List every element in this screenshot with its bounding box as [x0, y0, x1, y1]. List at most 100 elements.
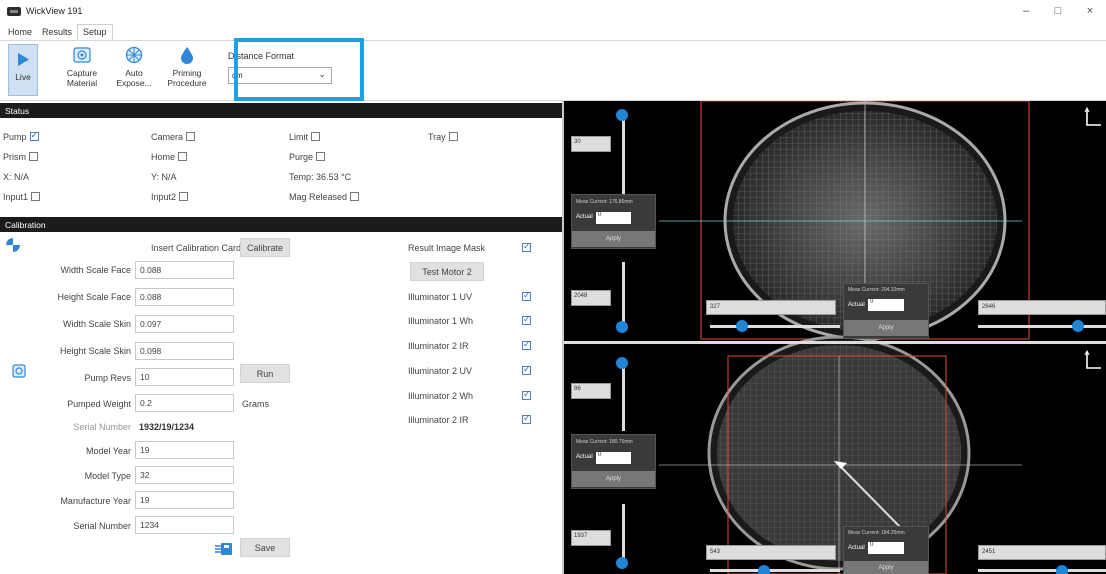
- height-scale-skin-input[interactable]: 0.098: [135, 342, 234, 360]
- tab-home[interactable]: Home: [3, 25, 37, 40]
- top-left-meas-current: Meas Current: 176.86mm: [576, 199, 633, 205]
- bottom-left-actual-label: Actual: [576, 454, 593, 460]
- illuminator-2-ir-checkbox[interactable]: [522, 339, 531, 350]
- priming-procedure-button[interactable]: Priming Procedure: [164, 45, 210, 88]
- top-h-slider-right-track[interactable]: [978, 325, 1106, 328]
- illuminator-2-wh-checkbox[interactable]: [522, 389, 531, 400]
- home-label: Home: [151, 152, 176, 162]
- water-drop-icon: [176, 45, 198, 65]
- bottom-h-slider-right-thumb[interactable]: [1056, 565, 1068, 574]
- maximize-button[interactable]: □: [1042, 0, 1074, 22]
- illuminator-1-wh-label: Illuminator 1 Wh: [408, 316, 474, 326]
- tab-setup[interactable]: Setup: [77, 24, 113, 40]
- bottom-h-slider-right-value[interactable]: 2451: [978, 545, 1106, 560]
- model-year-label: Model Year: [85, 446, 131, 456]
- pump-checkbox[interactable]: [29, 130, 39, 141]
- close-button[interactable]: ×: [1074, 0, 1106, 22]
- top-h-slider-left-track[interactable]: [710, 325, 840, 328]
- home-checkbox[interactable]: [178, 152, 188, 161]
- ribbon: Live Capture Material Auto Expose... Pri…: [0, 40, 1106, 101]
- run-button[interactable]: Run: [240, 364, 290, 383]
- top-left-apply-button[interactable]: Apply: [572, 231, 655, 247]
- illuminator-2-wh-label: Illuminator 2 Wh: [408, 391, 474, 401]
- result-image-mask-checkbox[interactable]: [522, 241, 531, 252]
- top-v-slider-upper-value[interactable]: 30: [571, 136, 611, 152]
- top-v-slider-lower-track[interactable]: [622, 262, 625, 326]
- prism-checkbox[interactable]: [29, 152, 38, 161]
- top-v-slider-upper-thumb[interactable]: [616, 109, 628, 121]
- bottom-v-slider-upper-value[interactable]: 86: [571, 383, 611, 399]
- top-center-actual-input[interactable]: 0: [868, 299, 904, 311]
- capture-material-button[interactable]: Capture Material: [64, 45, 100, 88]
- mag-released-checkbox[interactable]: [350, 192, 360, 201]
- pump-label: Pump: [3, 132, 27, 142]
- illuminator-2-uv-label: Illuminator 2 UV: [408, 366, 473, 376]
- camera-split-divider: [564, 341, 1106, 344]
- mag-released-status: Mag Released: [289, 192, 360, 202]
- bottom-v-slider-lower-thumb[interactable]: [616, 557, 628, 569]
- bottom-h-slider-right-track[interactable]: [978, 569, 1106, 572]
- model-type-label: Model Type: [84, 471, 131, 481]
- width-scale-face-input[interactable]: 0.088: [135, 261, 234, 279]
- width-scale-skin-input[interactable]: 0.097: [135, 315, 234, 333]
- illuminator-1-uv-checkbox[interactable]: [522, 290, 531, 301]
- top-v-slider-lower-value[interactable]: 2048: [571, 290, 611, 306]
- target-icon: [5, 237, 21, 253]
- bottom-v-slider-lower-value[interactable]: 1937: [571, 530, 611, 546]
- top-left-measure-panel: Meas Current: 176.86mm Actual 0 Apply: [571, 194, 656, 249]
- limit-status: Limit: [289, 132, 321, 142]
- top-h-slider-right-value[interactable]: 2646: [978, 300, 1106, 315]
- y-position: Y: N/A: [151, 172, 177, 182]
- bottom-h-slider-left-track[interactable]: [710, 569, 840, 572]
- bottom-v-slider-upper-track[interactable]: [622, 361, 625, 431]
- illuminator-1-wh-checkbox[interactable]: [522, 314, 531, 325]
- input2-checkbox[interactable]: [179, 192, 189, 201]
- purge-checkbox[interactable]: [316, 152, 326, 161]
- auto-expose-button[interactable]: Auto Expose...: [116, 45, 152, 88]
- pump-revs-input[interactable]: 10: [135, 368, 234, 386]
- bottom-left-apply-button[interactable]: Apply: [572, 471, 655, 487]
- live-button[interactable]: Live: [8, 44, 38, 96]
- input1-label: Input1: [3, 192, 29, 202]
- status-header: Status: [0, 103, 562, 118]
- bottom-h-slider-left-value[interactable]: 543: [706, 545, 836, 560]
- minimize-button[interactable]: –: [1010, 0, 1042, 22]
- model-type-input[interactable]: 32: [135, 466, 234, 484]
- top-center-measure-panel: Meas Current: 204.32mm Actual 0 Apply: [843, 283, 929, 339]
- calibrate-button[interactable]: Calibrate: [240, 238, 290, 257]
- top-h-slider-right-thumb[interactable]: [1072, 320, 1084, 332]
- top-v-slider-lower-thumb[interactable]: [616, 321, 628, 333]
- illuminator-2-ir-second-checkbox[interactable]: [522, 413, 531, 424]
- limit-checkbox[interactable]: [311, 132, 321, 141]
- height-scale-face-input[interactable]: 0.088: [135, 288, 234, 306]
- save-button[interactable]: Save: [240, 538, 290, 557]
- input1-checkbox[interactable]: [31, 192, 41, 201]
- bottom-v-slider-upper-thumb[interactable]: [616, 357, 628, 369]
- priming-label-2: Procedure: [167, 78, 207, 88]
- bottom-h-slider-left-thumb[interactable]: [758, 565, 770, 574]
- camera-panel: [564, 101, 1106, 574]
- model-year-input[interactable]: 19: [135, 441, 234, 459]
- bottom-center-actual-input[interactable]: 0: [868, 542, 904, 554]
- illuminator-2-uv-checkbox[interactable]: [522, 364, 531, 375]
- illuminator-1-uv-label: Illuminator 1 UV: [408, 292, 473, 302]
- camera-status: Camera: [151, 132, 196, 142]
- manufacture-year-input[interactable]: 19: [135, 491, 234, 509]
- top-center-apply-button[interactable]: Apply: [844, 320, 928, 336]
- bottom-left-meas-current: Meas Current: 180.76mm: [576, 439, 633, 445]
- bottom-left-actual-input[interactable]: 0: [596, 452, 631, 464]
- camera-checkbox[interactable]: [186, 132, 196, 141]
- illuminator-2-ir-label: Illuminator 2 IR: [408, 341, 469, 351]
- pumped-weight-input[interactable]: 0.2: [135, 394, 234, 412]
- tab-results[interactable]: Results: [37, 25, 77, 40]
- top-left-actual-input[interactable]: 0: [596, 212, 631, 224]
- test-motor-button[interactable]: Test Motor 2: [410, 262, 484, 281]
- serial-number-readonly-label: Serial Number: [73, 422, 131, 432]
- bottom-center-apply-button[interactable]: Apply: [844, 561, 928, 574]
- top-h-slider-left-thumb[interactable]: [736, 320, 748, 332]
- purge-label: Purge: [289, 152, 314, 162]
- serial-number-input[interactable]: 1234: [135, 516, 234, 534]
- priming-label-1: Priming: [172, 68, 202, 78]
- tray-checkbox[interactable]: [448, 132, 458, 141]
- top-h-slider-left-value[interactable]: 327: [706, 300, 836, 315]
